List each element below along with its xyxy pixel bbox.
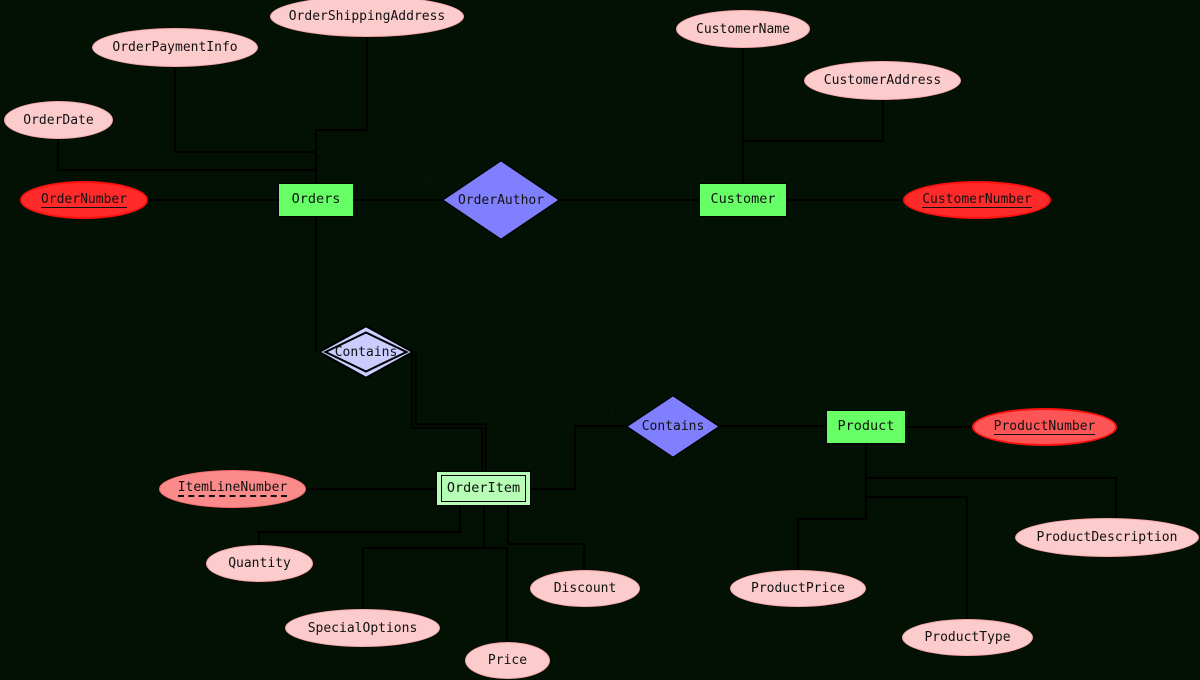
cardinality-orderauthor-right: 1 (565, 178, 572, 189)
attribute-orderpaymentinfo[interactable]: OrderPaymentInfo (92, 28, 258, 67)
connector-line (413, 352, 485, 471)
entity-label: OrderItem (446, 479, 521, 496)
entity-label: Orders (291, 191, 341, 208)
attribute-specialoptions[interactable]: SpecialOptions (285, 609, 440, 647)
attribute-label: ProductType (924, 630, 1011, 645)
connector-line (257, 506, 462, 545)
connector-line (314, 37, 369, 183)
attribute-label: OrderShippingAddress (288, 9, 446, 24)
cardinality-contains1-right: M (422, 338, 429, 349)
attribute-itemlinenumber[interactable]: ItemLineNumber (159, 470, 306, 508)
connector-line (531, 424, 626, 491)
attribute-label: OrderNumber (40, 191, 128, 208)
attribute-label: Quantity (228, 556, 291, 571)
er-diagram-canvas: Orders Customer Product OrderItem OrderShipp… (0, 0, 1200, 680)
attribute-orderdate[interactable]: OrderDate (4, 101, 113, 139)
attribute-customeraddress[interactable]: CustomerAddress (804, 61, 961, 100)
connector-line (506, 506, 586, 570)
relationship-label: Contains (334, 344, 398, 360)
relationship-orderauthor[interactable]: OrderAuthor (442, 160, 560, 240)
attribute-label: Discount (553, 581, 617, 596)
attribute-label: OrderPaymentInfo (112, 40, 238, 55)
attribute-productdescription[interactable]: ProductDescription (1015, 518, 1199, 557)
attribute-productprice[interactable]: ProductPrice (730, 570, 866, 607)
relationship-contains-product[interactable]: Contains (626, 395, 720, 458)
attribute-label: CustomerAddress (823, 73, 942, 88)
attribute-label: ProductPrice (751, 581, 845, 596)
attribute-label: ItemLineNumber (177, 480, 288, 497)
connector-line (796, 444, 868, 570)
entity-product[interactable]: Product (826, 410, 906, 444)
connector-line (56, 139, 318, 183)
attribute-label: SpecialOptions (307, 620, 418, 636)
cardinality-contains2-right: 1 (730, 409, 737, 420)
entity-label: Customer (710, 191, 776, 208)
attribute-ordernumber[interactable]: OrderNumber (20, 181, 148, 219)
connector-line (173, 67, 318, 183)
relationship-contains-order[interactable]: Contains (318, 325, 414, 379)
attribute-label: ProductNumber (993, 418, 1096, 435)
attribute-label: CustomerName (696, 21, 790, 37)
weak-entity-inner-border: OrderItem (441, 475, 526, 502)
cardinality-contains1-left: 1 (301, 338, 308, 349)
attribute-discount[interactable]: Discount (530, 570, 640, 607)
entity-orders[interactable]: Orders (278, 183, 354, 217)
connector-line (482, 506, 509, 642)
attribute-label: CustomerNumber (922, 191, 1032, 208)
attribute-customernumber[interactable]: CustomerNumber (903, 181, 1051, 219)
attribute-quantity[interactable]: Quantity (206, 545, 313, 582)
connector-line (743, 100, 885, 143)
cardinality-contains2-left: 1 (609, 409, 616, 420)
relationship-label: OrderAuthor (457, 192, 545, 208)
entity-customer[interactable]: Customer (699, 183, 787, 217)
attribute-ordershippingaddress[interactable]: OrderShippingAddress (270, 0, 464, 37)
entity-orderitem[interactable]: OrderItem (436, 471, 531, 506)
relationship-label: Contains (641, 419, 705, 434)
cardinality-orderauthor-left: M (423, 178, 430, 189)
connector-line (866, 495, 969, 619)
attribute-label: ProductDescription (1036, 530, 1178, 545)
entity-label: Product (837, 418, 895, 435)
attribute-producttype[interactable]: ProductType (902, 619, 1033, 656)
attribute-label: Price (487, 653, 528, 668)
connector-line (411, 352, 487, 471)
attribute-price[interactable]: Price (465, 642, 550, 679)
attribute-productnumber[interactable]: ProductNumber (972, 408, 1117, 446)
attribute-customername[interactable]: CustomerName (676, 10, 810, 48)
attribute-label: OrderDate (23, 112, 94, 128)
